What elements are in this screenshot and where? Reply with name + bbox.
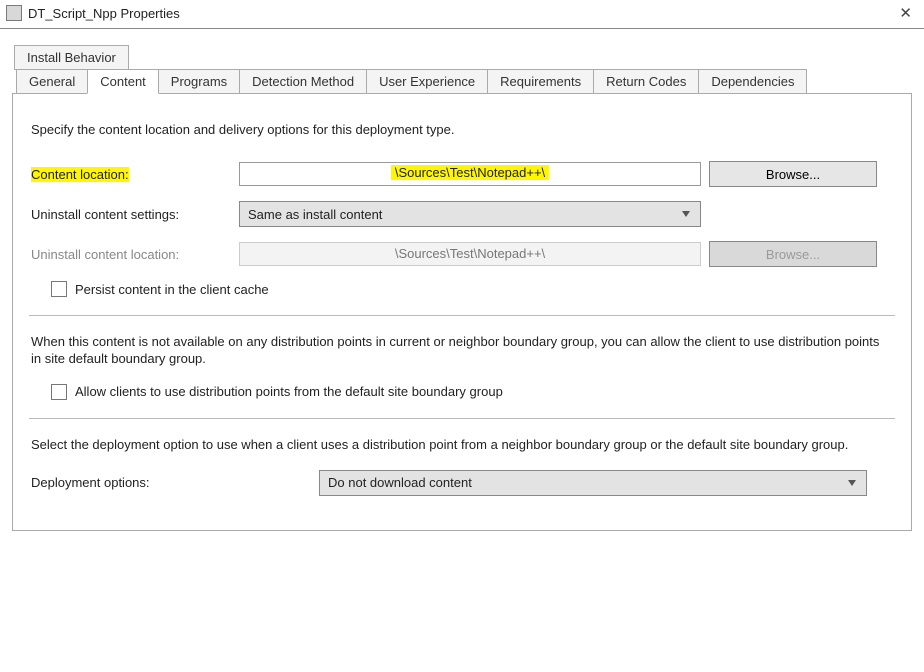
- browse-uninstall-location-button: Browse...: [709, 241, 877, 267]
- persist-content-checkbox[interactable]: [51, 281, 67, 297]
- content-panel: Specify the content location and deliver…: [12, 93, 912, 531]
- tab-install-behavior[interactable]: Install Behavior: [14, 45, 129, 70]
- uninstall-settings-value: Same as install content: [248, 207, 382, 222]
- content-location-input[interactable]: [239, 162, 701, 186]
- uninstall-settings-label: Uninstall content settings:: [31, 207, 231, 222]
- tab-return-codes[interactable]: Return Codes: [593, 69, 699, 94]
- deployment-para: Select the deployment option to use when…: [31, 437, 893, 454]
- tab-requirements[interactable]: Requirements: [487, 69, 594, 94]
- window-title: DT_Script_Npp Properties: [28, 6, 895, 21]
- deployment-options-value: Do not download content: [328, 475, 472, 490]
- allow-clients-checkbox[interactable]: [51, 384, 67, 400]
- browse-content-location-button[interactable]: Browse...: [709, 161, 877, 187]
- tab-programs[interactable]: Programs: [158, 69, 240, 94]
- tab-content[interactable]: Content: [87, 69, 159, 94]
- intro-text: Specify the content location and deliver…: [31, 122, 895, 137]
- divider: [29, 315, 895, 316]
- tab-detection-method[interactable]: Detection Method: [239, 69, 367, 94]
- not-available-para: When this content is not available on an…: [31, 334, 893, 368]
- close-icon[interactable]: ✕: [895, 4, 916, 22]
- deployment-options-select[interactable]: Do not download content: [319, 470, 867, 496]
- uninstall-location-input: \Sources\Test\Notepad++\: [239, 242, 701, 266]
- tab-user-experience[interactable]: User Experience: [366, 69, 488, 94]
- title-bar: DT_Script_Npp Properties ✕: [0, 0, 924, 29]
- persist-content-label: Persist content in the client cache: [75, 282, 269, 297]
- app-icon: [6, 5, 22, 21]
- content-location-label: Content location:: [31, 167, 129, 182]
- uninstall-settings-select[interactable]: Same as install content: [239, 201, 701, 227]
- deployment-options-label: Deployment options:: [31, 475, 311, 490]
- divider: [29, 418, 895, 419]
- tab-general[interactable]: General: [16, 69, 88, 94]
- allow-clients-label: Allow clients to use distribution points…: [75, 384, 503, 399]
- uninstall-location-label: Uninstall content location:: [31, 247, 231, 262]
- tab-dependencies[interactable]: Dependencies: [698, 69, 807, 94]
